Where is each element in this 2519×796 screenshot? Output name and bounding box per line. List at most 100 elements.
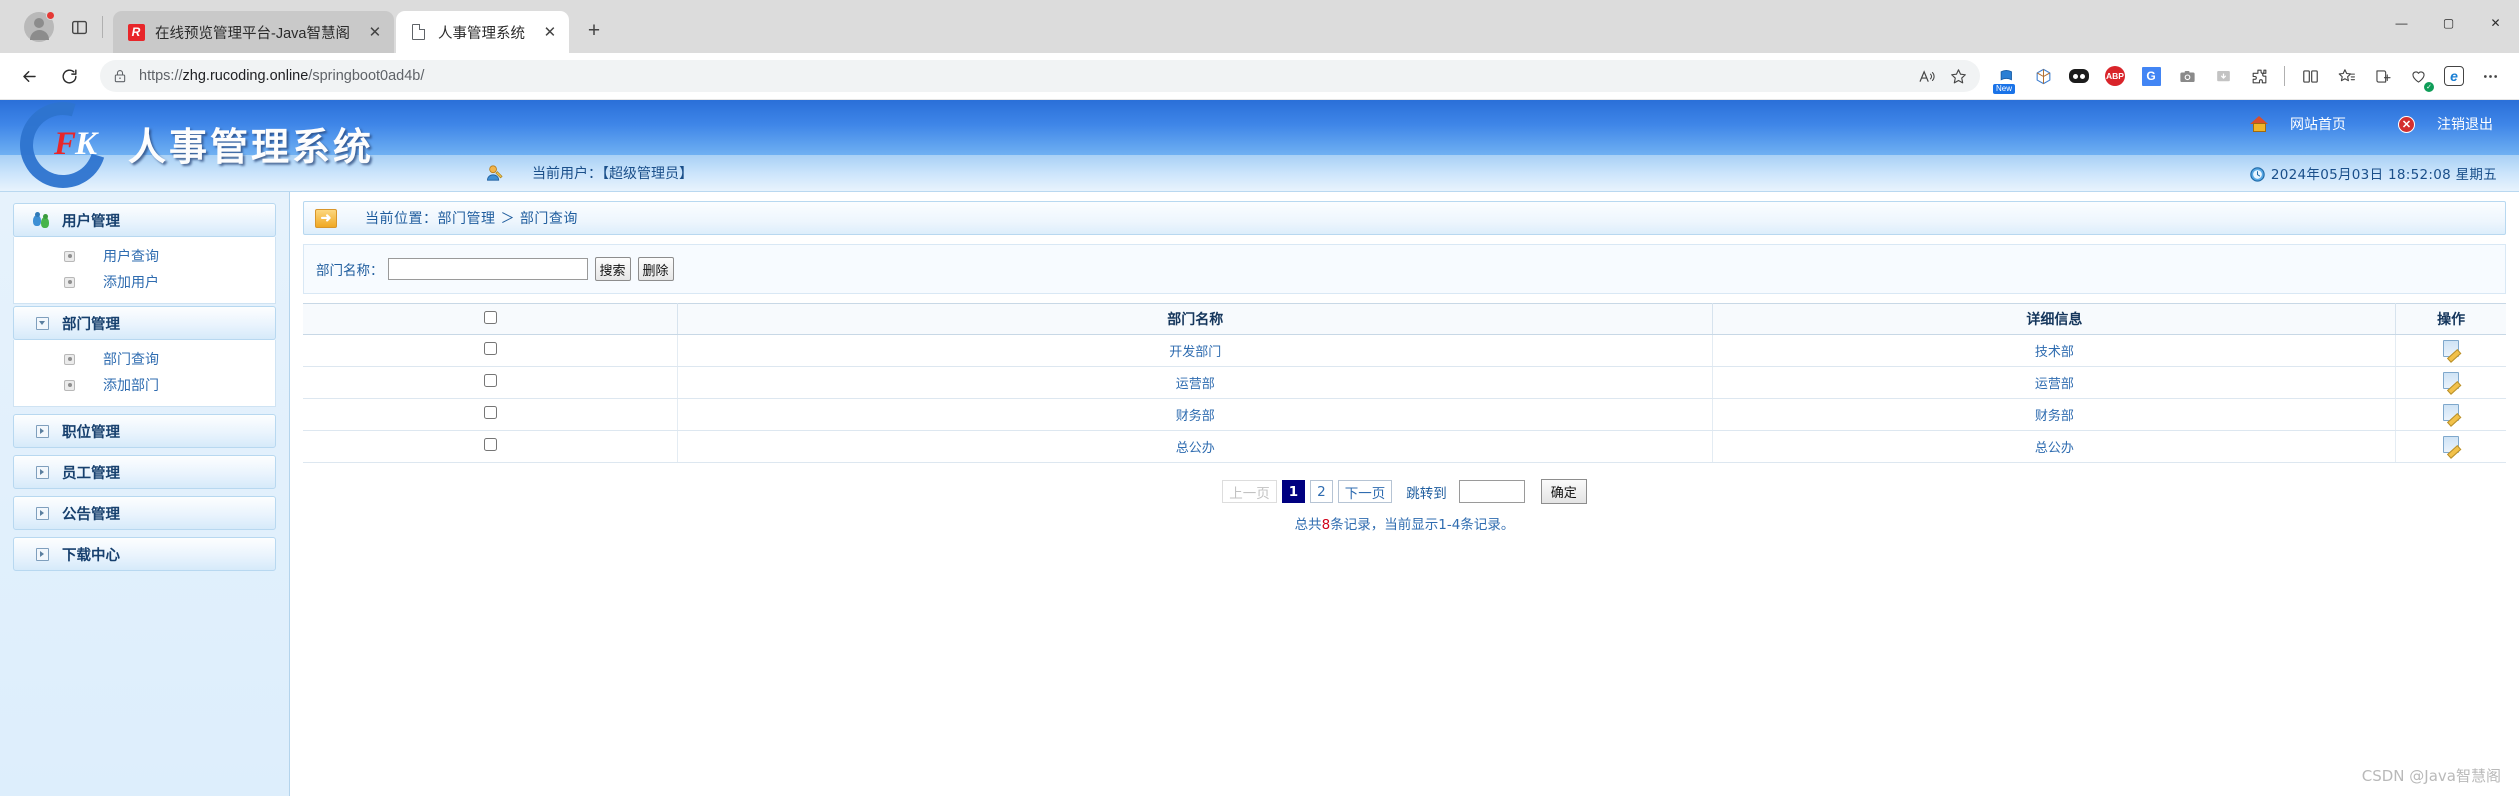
row-department-name[interactable]: 开发部门 bbox=[677, 334, 1714, 367]
edit-icon[interactable] bbox=[2443, 436, 2460, 453]
header-link-logout[interactable]: ✕ 注销退出 bbox=[2398, 114, 2493, 134]
sidebar-group-label: 部门管理 bbox=[62, 316, 120, 333]
edit-icon[interactable] bbox=[2443, 372, 2460, 389]
sidebar-item-department-query[interactable]: 部门查询 bbox=[14, 346, 275, 372]
search-input[interactable] bbox=[387, 258, 588, 280]
row-department-name[interactable]: 总公办 bbox=[677, 430, 1714, 463]
edit-icon[interactable] bbox=[2443, 404, 2460, 421]
row-checkbox[interactable] bbox=[483, 406, 497, 419]
pagination-next-button[interactable]: 下一页 bbox=[1337, 480, 1393, 503]
detail-info-link[interactable]: 技术部 bbox=[2035, 345, 2074, 360]
sidebar-group-label: 职位管理 bbox=[62, 424, 120, 441]
pagination-page-1[interactable]: 1 bbox=[1281, 480, 1306, 503]
browser-window: R 在线预览管理平台-Java智慧阁 ✕ 人事管理系统 ✕ + — ▢ ✕ ht… bbox=[0, 0, 2519, 796]
row-department-name[interactable]: 运营部 bbox=[677, 366, 1714, 399]
row-detail-info[interactable]: 运营部 bbox=[1712, 366, 2397, 399]
new-badge: New bbox=[1993, 84, 2016, 94]
expand-closed-icon bbox=[32, 547, 52, 561]
settings-more-icon[interactable] bbox=[2473, 59, 2507, 93]
header-link-home[interactable]: 网站首页 bbox=[2250, 114, 2346, 134]
tab-actions-icon[interactable] bbox=[66, 14, 92, 40]
row-checkbox[interactable] bbox=[483, 438, 497, 451]
tab-close-icon[interactable]: ✕ bbox=[364, 21, 386, 43]
sidebar-item-user-management[interactable]: 用户管理 bbox=[13, 203, 276, 237]
url-host: zhg.rucoding.online bbox=[182, 68, 309, 84]
table-row: 总公办 总公办 bbox=[303, 430, 2506, 463]
expand-closed-icon bbox=[32, 506, 52, 520]
main-content: ➜ 当前位置：部门管理 ＞ 部门查询 部门名称： 搜索 删除 部门名称 详细信息… bbox=[290, 192, 2519, 796]
jump-to-input[interactable] bbox=[1458, 480, 1525, 503]
search-label: 部门名称： bbox=[316, 263, 384, 279]
pocket-icon[interactable] bbox=[2062, 59, 2096, 93]
row-checkbox[interactable] bbox=[483, 374, 497, 387]
reload-button[interactable] bbox=[52, 59, 86, 93]
row-checkbox[interactable] bbox=[483, 342, 497, 355]
search-panel: 部门名称： 搜索 删除 bbox=[303, 244, 2506, 294]
adblock-plus-icon[interactable]: ABP bbox=[2098, 59, 2132, 93]
pagination-prev-button: 上一页 bbox=[1222, 480, 1277, 503]
back-button[interactable] bbox=[12, 59, 46, 93]
browser-tab-1[interactable]: R 在线预览管理平台-Java智慧阁 ✕ bbox=[113, 11, 394, 53]
downloads-icon[interactable] bbox=[2206, 59, 2240, 93]
favorites-icon[interactable] bbox=[2329, 59, 2363, 93]
select-all-checkbox[interactable] bbox=[483, 310, 497, 324]
add-favorite-icon[interactable] bbox=[1944, 62, 1972, 90]
sidebar-item-position-management[interactable]: 职位管理 bbox=[13, 414, 276, 448]
window-minimize-button[interactable]: — bbox=[2378, 0, 2425, 45]
department-name-link[interactable]: 运营部 bbox=[1176, 377, 1215, 392]
header-link-label: 网站首页 bbox=[2290, 116, 2346, 132]
row-detail-info[interactable]: 总公办 bbox=[1712, 430, 2397, 463]
split-screen-3d-icon[interactable] bbox=[2026, 59, 2060, 93]
app-logo[interactable]: FK 人事管理系统 bbox=[0, 100, 430, 204]
profile-avatar-button[interactable] bbox=[24, 11, 55, 42]
row-department-name[interactable]: 财务部 bbox=[677, 398, 1714, 431]
header-link-label: 注销退出 bbox=[2437, 116, 2493, 132]
edit-icon[interactable] bbox=[2443, 340, 2460, 357]
detail-info-link[interactable]: 运营部 bbox=[2035, 377, 2074, 392]
sidebar-item-department-management[interactable]: 部门管理 bbox=[13, 306, 276, 340]
header-operation: 操作 bbox=[2395, 303, 2506, 335]
browser-tab-2[interactable]: 人事管理系统 ✕ bbox=[395, 11, 569, 53]
address-bar-actions bbox=[1912, 62, 1972, 90]
jump-confirm-button[interactable]: 确定 bbox=[1540, 479, 1587, 504]
address-bar[interactable]: https://zhg.rucoding.online/springboot0a… bbox=[100, 60, 1980, 92]
search-button[interactable]: 搜索 bbox=[594, 257, 631, 281]
sidebar-item-user-query[interactable]: 用户查询 bbox=[14, 243, 275, 269]
collections-new-icon[interactable]: New bbox=[1990, 59, 2024, 94]
sidebar-item-employee-management[interactable]: 员工管理 bbox=[13, 455, 276, 489]
department-name-link[interactable]: 总公办 bbox=[1176, 441, 1215, 456]
sidebar-item-download-center[interactable]: 下载中心 bbox=[13, 537, 276, 571]
row-detail-info[interactable]: 技术部 bbox=[1712, 334, 2397, 367]
row-detail-info[interactable]: 财务部 bbox=[1712, 398, 2397, 431]
bullet-icon bbox=[64, 379, 75, 391]
pagination-page-2[interactable]: 2 bbox=[1310, 480, 1333, 503]
browser-essentials-icon[interactable]: ✓ bbox=[2401, 59, 2435, 93]
google-translate-icon[interactable]: G bbox=[2134, 59, 2168, 93]
extensions-icon[interactable] bbox=[2242, 59, 2276, 93]
tab-close-icon[interactable]: ✕ bbox=[539, 21, 561, 43]
ie-mode-icon[interactable]: e bbox=[2437, 59, 2471, 93]
window-maximize-button[interactable]: ▢ bbox=[2425, 0, 2472, 45]
delete-button[interactable]: 删除 bbox=[637, 257, 674, 281]
row-checkbox-cell bbox=[303, 398, 678, 431]
logo-letter-f: F bbox=[54, 126, 76, 162]
read-aloud-icon[interactable] bbox=[1912, 62, 1940, 90]
detail-info-link[interactable]: 财务部 bbox=[2035, 409, 2074, 424]
department-table: 部门名称 详细信息 操作 开发部门 技术部 运营部 运营部 财务部 财务部 总公… bbox=[303, 303, 2506, 463]
header-select-all bbox=[303, 303, 678, 335]
collections-icon[interactable] bbox=[2365, 59, 2399, 93]
window-close-button[interactable]: ✕ bbox=[2472, 0, 2519, 45]
sidebar-item-add-user[interactable]: 添加用户 bbox=[14, 269, 275, 295]
department-name-link[interactable]: 财务部 bbox=[1176, 409, 1215, 424]
new-tab-button[interactable]: + bbox=[579, 16, 609, 46]
split-screen-icon[interactable] bbox=[2293, 59, 2327, 93]
sidebar-item-add-department[interactable]: 添加部门 bbox=[14, 372, 275, 398]
screenshot-icon[interactable] bbox=[2170, 59, 2204, 93]
header-detail-info: 详细信息 bbox=[1712, 303, 2397, 335]
avatar-head bbox=[34, 18, 44, 28]
department-name-link[interactable]: 开发部门 bbox=[1169, 345, 1221, 360]
table-row: 运营部 运营部 bbox=[303, 366, 2506, 399]
detail-info-link[interactable]: 总公办 bbox=[2035, 441, 2074, 456]
sidebar-item-announcement-management[interactable]: 公告管理 bbox=[13, 496, 276, 530]
table-header: 部门名称 详细信息 操作 bbox=[303, 303, 2506, 335]
